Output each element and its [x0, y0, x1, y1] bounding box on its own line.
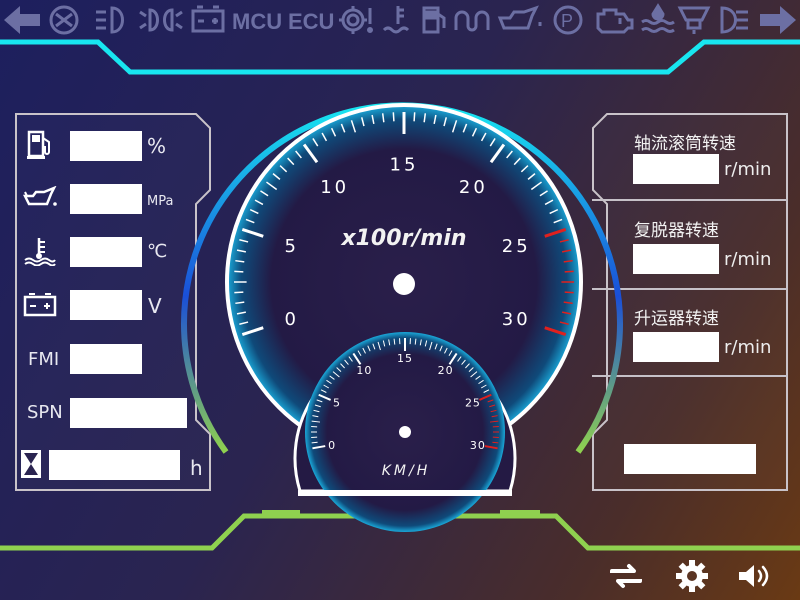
- tick-label: 30: [502, 309, 531, 330]
- gauge-cluster: 0 5 10 15 20 25 30 x100r/min 0 5 10 15 20 25 30 KM/H: [181, 102, 623, 532]
- minor-tick: [234, 270, 244, 273]
- tick-label: 25: [502, 236, 531, 257]
- volume-icon[interactable]: [736, 558, 772, 594]
- settings-gear-icon[interactable]: [674, 558, 710, 594]
- tick-label: 15: [390, 154, 419, 175]
- tick-label: 0: [285, 309, 299, 330]
- tachometer-unit-label: x100r/min: [340, 226, 466, 251]
- tick-label: 20: [459, 177, 488, 198]
- tachometer-hub: [393, 273, 415, 295]
- minor-tick: [393, 338, 396, 345]
- tick-label: 15: [397, 352, 413, 365]
- speedometer-hub: [399, 426, 411, 438]
- speedometer-unit-label: KM/H: [382, 463, 431, 479]
- minor-tick: [234, 291, 244, 294]
- minor-tick: [413, 112, 416, 122]
- minor-tick: [564, 270, 574, 273]
- tick-label: 5: [285, 236, 299, 257]
- tick-label: 20: [438, 364, 454, 377]
- tick-label: 25: [465, 397, 481, 410]
- tick-label: 30: [470, 439, 486, 452]
- minor-tick: [564, 291, 574, 294]
- tick-label: 0: [328, 439, 336, 452]
- tick-label: 5: [333, 397, 341, 410]
- tick-label: 10: [320, 177, 349, 198]
- minor-tick: [492, 441, 499, 444]
- minor-tick: [311, 441, 318, 444]
- tick-label: 10: [356, 364, 372, 377]
- minor-tick: [392, 112, 395, 122]
- minor-tick: [414, 338, 417, 345]
- switch-icon[interactable]: [608, 558, 644, 594]
